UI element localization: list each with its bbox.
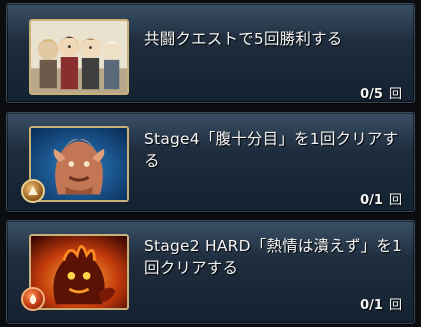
quest-title: 共闘クエストで5回勝利する (144, 30, 343, 48)
progress-unit: 回 (388, 87, 402, 102)
progress-count: 0/5 (360, 87, 383, 102)
quest-title: Stage2 HARD「熱情は潰えず」を1回クリアする (144, 237, 403, 277)
party-portrait-icon (29, 19, 129, 95)
quest-card[interactable]: Stage2 HARD「熱情は潰えず」を1回クリアする 0/1 回 (6, 220, 415, 324)
progress-count: 0/1 (360, 193, 383, 208)
fire-element-icon (21, 287, 45, 311)
quest-progress: 0/1 回 (360, 189, 402, 208)
progress-count: 0/1 (360, 298, 383, 313)
quest-progress: 0/1 回 (360, 294, 402, 313)
progress-unit: 回 (388, 298, 402, 313)
quest-list: 共闘クエストで5回勝利する 0/5 回 Stage4「腹十分目」を1回クリアする… (0, 0, 421, 327)
quest-title: Stage4「腹十分目」を1回クリアする (144, 130, 399, 170)
progress-unit: 回 (388, 193, 402, 208)
quest-progress: 0/5 回 (360, 83, 402, 102)
quest-card[interactable]: Stage4「腹十分目」を1回クリアする 0/1 回 (6, 112, 415, 212)
earth-element-icon (21, 179, 45, 203)
quest-card[interactable]: 共闘クエストで5回勝利する 0/5 回 (6, 3, 415, 103)
